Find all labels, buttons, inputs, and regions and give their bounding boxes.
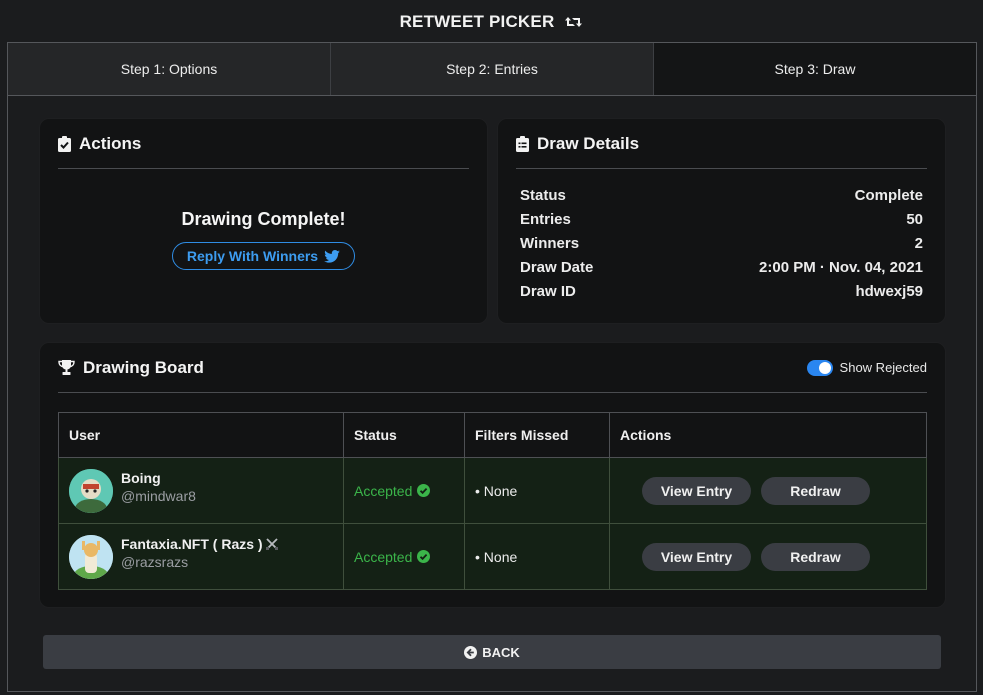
tab-entries[interactable]: Step 2: Entries: [331, 43, 654, 95]
detail-value: 50: [906, 211, 923, 228]
reply-with-winners-button[interactable]: Reply With Winners: [171, 242, 356, 270]
user-cell: Fantaxia.NFT ( Razs ) @razsrazs: [58, 523, 344, 590]
filters-cell: • None: [464, 457, 610, 524]
user-name: Boing: [121, 469, 161, 486]
detail-value: 2:00 PM · Nov. 04, 2021: [759, 259, 923, 276]
clipboard-check-icon: [58, 135, 71, 152]
user-handle: @mindwar8: [121, 487, 196, 504]
detail-row-draw-date: Draw Date 2:00 PM · Nov. 04, 2021: [520, 259, 923, 283]
drawing-complete-message: Drawing Complete!: [181, 209, 346, 229]
trophy-icon: [58, 360, 75, 375]
app-title: RETWEET PICKER: [399, 12, 555, 31]
reply-button-label: Reply With Winners: [186, 248, 319, 264]
actions-card-header: Actions: [58, 119, 469, 169]
details-card-header: Draw Details: [516, 119, 927, 169]
redraw-button[interactable]: Redraw: [761, 542, 870, 571]
show-rejected-label: Show Rejected: [839, 360, 927, 375]
table-row: Boing @mindwar8 Accepted • None View Ent…: [58, 457, 927, 524]
avatar-image: [69, 534, 113, 579]
actions-body: Drawing Complete! Reply With Winners: [40, 209, 487, 270]
back-button[interactable]: BACK: [43, 635, 941, 669]
detail-value: Complete: [854, 187, 923, 204]
detail-label: Draw ID: [520, 283, 576, 300]
redraw-button[interactable]: Redraw: [761, 476, 870, 505]
column-header-actions: Actions: [609, 412, 927, 458]
column-header-user: User: [58, 412, 344, 458]
detail-row-draw-id: Draw ID hdwexj59: [520, 283, 923, 307]
back-label: BACK: [482, 644, 520, 660]
actions-card: Actions Drawing Complete! Reply With Win…: [39, 118, 488, 324]
detail-value: hdwexj59: [855, 283, 923, 300]
column-header-status: Status: [343, 412, 465, 458]
avatar[interactable]: [69, 534, 113, 579]
draw-details-card: Draw Details Status Complete Entries 50 …: [497, 118, 946, 324]
detail-value: 2: [914, 235, 923, 252]
entries-table: User Status Filters Missed Actions Boing…: [58, 412, 927, 590]
status-cell: Accepted: [343, 523, 465, 590]
user-cell: Boing @mindwar8: [58, 457, 344, 524]
app-header: RETWEET PICKER: [0, 0, 983, 44]
status-text: Accepted: [354, 482, 413, 499]
filters-cell: • None: [464, 523, 610, 590]
detail-label: Draw Date: [520, 259, 594, 276]
status-cell: Accepted: [343, 457, 465, 524]
user-handle: @razsrazs: [121, 553, 189, 570]
board-card-header: Drawing Board Show Rejected: [58, 343, 927, 393]
twitter-icon: [324, 249, 340, 263]
table-row: Fantaxia.NFT ( Razs ) @razsrazs Accepted…: [58, 523, 927, 590]
status-text: Accepted: [354, 548, 413, 565]
details-list: Status Complete Entries 50 Winners 2 Dra…: [520, 187, 923, 307]
main-frame: Step 1: Options Step 2: Entries Step 3: …: [7, 42, 977, 692]
board-title: Drawing Board: [83, 357, 204, 377]
crossed-swords-icon: [266, 537, 279, 550]
actions-title: Actions: [79, 133, 142, 153]
check-circle-icon: [417, 550, 431, 563]
tab-options[interactable]: Step 1: Options: [8, 43, 331, 95]
show-rejected-control: Show Rejected: [806, 359, 927, 376]
step-tabs: Step 1: Options Step 2: Entries Step 3: …: [8, 43, 976, 96]
view-entry-button[interactable]: View Entry: [642, 476, 751, 505]
avatar[interactable]: [69, 468, 113, 513]
detail-row-status: Status Complete: [520, 187, 923, 211]
table-header-row: User Status Filters Missed Actions: [58, 412, 927, 458]
detail-label: Entries: [520, 211, 571, 228]
detail-label: Winners: [520, 235, 580, 252]
user-name: Fantaxia.NFT ( Razs ): [121, 535, 279, 552]
drawing-board-card: Drawing Board Show Rejected User Status …: [39, 342, 946, 608]
user-name-text: Fantaxia.NFT ( Razs ): [121, 535, 263, 552]
detail-row-winners: Winners 2: [520, 235, 923, 259]
avatar-image: [69, 468, 113, 513]
view-entry-button[interactable]: View Entry: [642, 542, 751, 571]
column-header-filters: Filters Missed: [464, 412, 610, 458]
show-rejected-toggle[interactable]: [806, 359, 833, 376]
actions-cell: View Entry Redraw: [609, 457, 927, 524]
detail-label: Status: [520, 187, 566, 204]
check-circle-icon: [417, 484, 431, 497]
details-title: Draw Details: [537, 133, 640, 153]
tab-draw[interactable]: Step 3: Draw: [654, 43, 976, 95]
arrow-left-circle-icon: [464, 645, 478, 659]
clipboard-list-icon: [516, 135, 529, 152]
detail-row-entries: Entries 50: [520, 211, 923, 235]
retweet-icon: [565, 17, 583, 27]
actions-cell: View Entry Redraw: [609, 523, 927, 590]
